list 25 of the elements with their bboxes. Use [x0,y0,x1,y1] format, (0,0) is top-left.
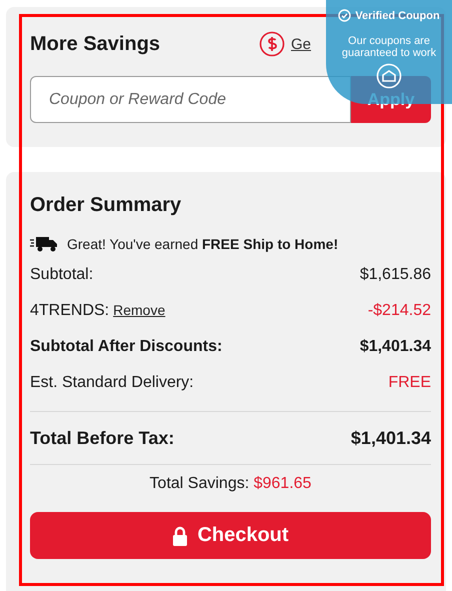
section-title: Order Summary [30,194,182,217]
total-label: Total Before Tax: [30,428,174,448]
rewards-link[interactable]: Ge [291,36,312,52]
row-label: Subtotal After Discounts: [30,338,222,356]
row-value: $1,615.86 [360,266,431,284]
home-icon [376,63,402,89]
popup-title: Verified Coupon [355,10,440,22]
dollar-icon [259,31,285,57]
total-value: $1,401.34 [350,428,431,448]
truck-icon [30,236,58,252]
section-title: More Savings [30,32,160,56]
remove-link[interactable]: Remove [113,302,166,318]
check-circle-icon [338,9,352,22]
row-label: 4TRENDS: [30,302,110,320]
row-value: $1,401.34 [360,338,431,356]
savings-text: Total Savings: $961.65 [150,475,312,492]
row-label: Est. Standard Delivery: [30,374,194,392]
coupon-field[interactable]: Coupon or Reward Code [30,76,351,123]
popup-message: Our coupons are guaranteed to work [340,35,438,59]
checkout-button[interactable]: Checkout [30,512,431,559]
shipping-note: Great! You've earned FREE Ship to Home! [67,236,338,252]
row-value: -$214.52 [368,302,431,320]
row-value: FREE [388,374,431,392]
row-label: Subtotal: [30,266,94,284]
lock-icon [172,526,188,546]
